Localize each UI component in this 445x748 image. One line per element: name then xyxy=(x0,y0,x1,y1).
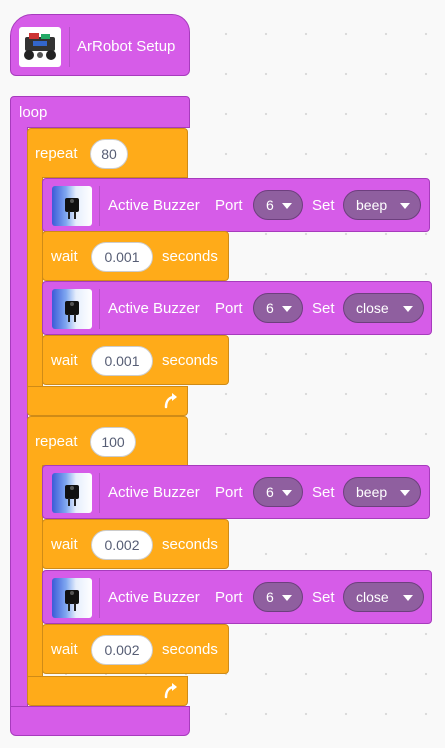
setup-hat-block[interactable]: ArRobot Setup xyxy=(10,14,190,76)
seconds-label: seconds xyxy=(162,641,218,658)
loop-arm xyxy=(10,127,28,707)
repeat-label: repeat xyxy=(35,433,78,450)
port-label: Port xyxy=(215,197,243,214)
wait-duration-input[interactable]: 0.001 xyxy=(91,242,153,272)
port-dropdown[interactable]: 6 xyxy=(253,477,303,507)
state-value: beep xyxy=(356,197,388,213)
buzzer-title: Active Buzzer xyxy=(108,484,200,501)
buzzer-icon xyxy=(52,578,92,618)
chevron-down-icon xyxy=(282,203,292,209)
chevron-down-icon xyxy=(403,595,413,601)
set-label: Set xyxy=(312,484,335,501)
seconds-label: seconds xyxy=(162,536,218,553)
loop-arrow-icon xyxy=(164,393,177,409)
buzzer-icon xyxy=(52,289,92,329)
wait-block[interactable]: wait 0.001 seconds xyxy=(42,231,229,281)
port-label: Port xyxy=(215,484,243,501)
buzzer-title: Active Buzzer xyxy=(108,300,200,317)
state-dropdown[interactable]: beep xyxy=(343,477,421,507)
buzzer-title: Active Buzzer xyxy=(108,197,200,214)
loop-label: loop xyxy=(19,104,48,121)
active-buzzer-block[interactable]: Active Buzzer Port 6 Set beep xyxy=(42,465,430,519)
loop-arrow-icon xyxy=(164,683,177,699)
chevron-down-icon xyxy=(400,490,410,496)
wait-block[interactable]: wait 0.001 seconds xyxy=(42,335,229,385)
loop-block[interactable]: loop xyxy=(10,96,190,128)
chevron-down-icon xyxy=(282,490,292,496)
wait-duration-input[interactable]: 0.002 xyxy=(91,530,153,560)
repeat-2-arm xyxy=(27,465,43,677)
chevron-down-icon xyxy=(282,595,292,601)
chevron-down-icon xyxy=(400,203,410,209)
port-label: Port xyxy=(215,300,243,317)
set-label: Set xyxy=(312,300,335,317)
chevron-down-icon xyxy=(282,306,292,312)
set-label: Set xyxy=(312,589,335,606)
repeat-count-input[interactable]: 100 xyxy=(90,427,136,457)
port-dropdown[interactable]: 6 xyxy=(253,190,303,220)
chevron-down-icon xyxy=(403,306,413,312)
port-value: 6 xyxy=(266,484,274,500)
wait-duration-input[interactable]: 0.001 xyxy=(91,346,153,376)
buzzer-icon xyxy=(52,473,92,513)
wait-block[interactable]: wait 0.002 seconds xyxy=(42,624,229,674)
set-label: Set xyxy=(312,197,335,214)
port-value: 6 xyxy=(266,300,274,316)
wait-label: wait xyxy=(51,352,78,369)
repeat-count-input[interactable]: 80 xyxy=(90,139,128,169)
state-value: beep xyxy=(356,484,388,500)
state-value: close xyxy=(356,300,389,316)
repeat-block-2[interactable]: repeat 100 xyxy=(27,416,188,466)
port-value: 6 xyxy=(266,589,274,605)
block-separator xyxy=(99,289,100,329)
buzzer-icon xyxy=(52,186,92,226)
wait-block[interactable]: wait 0.002 seconds xyxy=(42,519,229,569)
state-value: close xyxy=(356,589,389,605)
repeat-2-bottom xyxy=(27,676,188,706)
active-buzzer-block[interactable]: Active Buzzer Port 6 Set close xyxy=(42,281,432,335)
block-separator xyxy=(99,186,100,226)
setup-label: ArRobot Setup xyxy=(77,38,176,55)
port-value: 6 xyxy=(266,197,274,213)
repeat-label: repeat xyxy=(35,145,78,162)
active-buzzer-block[interactable]: Active Buzzer Port 6 Set beep xyxy=(42,178,430,232)
repeat-1-arm xyxy=(27,177,43,387)
port-dropdown[interactable]: 6 xyxy=(253,582,303,612)
wait-duration-input[interactable]: 0.002 xyxy=(91,635,153,665)
block-separator xyxy=(99,578,100,618)
buzzer-title: Active Buzzer xyxy=(108,589,200,606)
repeat-1-bottom xyxy=(27,386,188,416)
repeat-block-1[interactable]: repeat 80 xyxy=(27,128,188,178)
setup-separator xyxy=(69,27,70,67)
wait-label: wait xyxy=(51,536,78,553)
seconds-label: seconds xyxy=(162,248,218,265)
wait-label: wait xyxy=(51,248,78,265)
state-dropdown[interactable]: close xyxy=(343,582,424,612)
wait-label: wait xyxy=(51,641,78,658)
seconds-label: seconds xyxy=(162,352,218,369)
loop-bottom xyxy=(10,706,190,736)
port-dropdown[interactable]: 6 xyxy=(253,293,303,323)
state-dropdown[interactable]: beep xyxy=(343,190,421,220)
block-separator xyxy=(99,473,100,513)
port-label: Port xyxy=(215,589,243,606)
active-buzzer-block[interactable]: Active Buzzer Port 6 Set close xyxy=(42,570,432,624)
state-dropdown[interactable]: close xyxy=(343,293,424,323)
robot-image-icon xyxy=(19,27,61,67)
